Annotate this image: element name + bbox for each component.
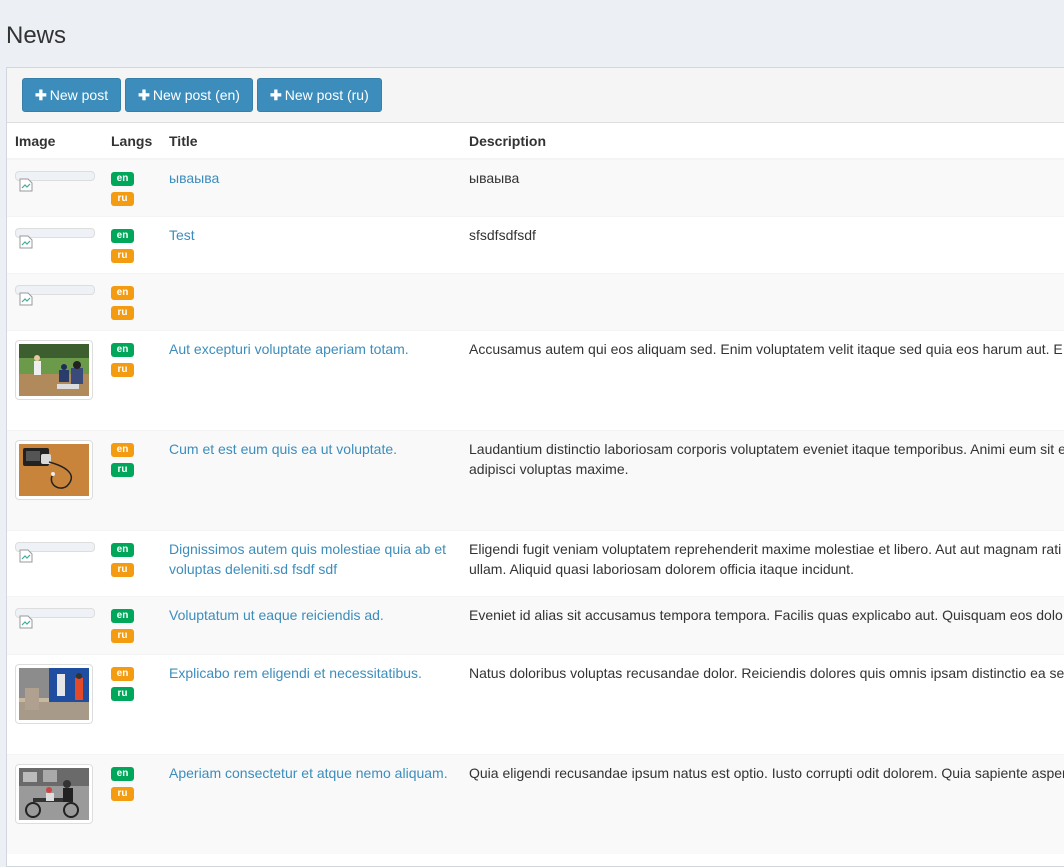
image-cell: [7, 158, 103, 216]
table-row[interactable]: en ru Aut excepturi voluptate aperiam tota…: [7, 329, 1064, 430]
table-body: en ru ываыва ываыва en ru Test sfsdfsdfsdf en ru e…: [7, 158, 1064, 854]
lang-badge-ru[interactable]: ru: [111, 248, 134, 263]
page-title: News: [6, 22, 67, 49]
title-cell: Test: [161, 215, 461, 273]
langs-cell: en ru: [103, 429, 161, 530]
header-description[interactable]: Description: [461, 123, 1064, 160]
description-cell: Natus doloribus voluptas recusandae dolo…: [461, 653, 1064, 754]
title-cell: Voluptatum ut eaque reiciendis ad.: [161, 595, 461, 654]
table-row[interactable]: en ru Aperiam consectetur et atque nemo al…: [7, 753, 1064, 854]
lang-badge-en[interactable]: en: [111, 608, 134, 623]
bicycle-thumbnail: [15, 763, 93, 824]
post-title-link[interactable]: Aut excepturi voluptate aperiam totam.: [169, 341, 409, 357]
langs-cell: en ru: [103, 753, 161, 854]
broken-image-icon: [15, 171, 95, 192]
image-cell: [7, 529, 103, 596]
lang-badge-ru[interactable]: ru: [111, 628, 134, 643]
lang-badge-ru[interactable]: ru: [111, 562, 134, 577]
new-post-button[interactable]: ✚ New post: [22, 78, 122, 112]
image-cell: [7, 272, 103, 330]
plus-icon: ✚: [138, 87, 150, 103]
title-cell: Cum et est eum quis ea ut voluptate.: [161, 429, 461, 530]
title-cell: [161, 272, 461, 330]
post-title-link[interactable]: Dignissimos autem quis molestiae quia ab…: [169, 541, 446, 577]
table-row[interactable]: en ru Test sfsdfsdfsdf: [7, 215, 1064, 273]
new-post-ru-label: New post (ru): [284, 87, 369, 103]
description-cell: Laudantium distinctio laboriosam corpori…: [461, 429, 1064, 530]
new-post-en-label: New post (en): [152, 87, 240, 103]
langs-cell: en ru: [103, 272, 161, 330]
lang-badge-en[interactable]: en: [111, 442, 134, 457]
post-title-link[interactable]: Cum et est eum quis ea ut voluptate.: [169, 441, 397, 457]
description-cell: [461, 272, 1064, 330]
image-cell: [7, 595, 103, 654]
langs-cell: en ru: [103, 329, 161, 430]
title-cell: Explicabo rem eligendi et necessitatibus…: [161, 653, 461, 754]
broken-image-icon: [15, 541, 95, 562]
image-cell: [7, 329, 103, 430]
lang-badge-en[interactable]: en: [111, 228, 134, 243]
news-table: Image Langs Title Description en ru ываыва…: [7, 123, 1064, 854]
header-title[interactable]: Title: [161, 123, 461, 160]
lang-badge-en[interactable]: en: [111, 172, 134, 186]
header-image[interactable]: Image: [7, 123, 103, 160]
image-cell: [7, 653, 103, 754]
description-cell: Quia eligendi recusandae ipsum natus est…: [461, 753, 1064, 854]
broken-image-icon: [15, 284, 95, 305]
table-row[interactable]: en ru Voluptatum ut eaque reiciendis ad. Ev…: [7, 595, 1064, 654]
lang-badge-en[interactable]: en: [111, 766, 134, 781]
table-row[interactable]: en ru: [7, 272, 1064, 330]
table-row[interactable]: en ru Explicabo rem eligendi et necessitat…: [7, 653, 1064, 754]
lang-badge-ru[interactable]: ru: [111, 305, 134, 320]
lang-badge-ru[interactable]: ru: [111, 686, 134, 701]
news-panel: ✚ New post ✚ New post (en) ✚ New post (ru) Im…: [6, 67, 1064, 867]
toolbar: ✚ New post ✚ New post (en) ✚ New post (ru): [7, 68, 1064, 123]
title-cell: Aperiam consectetur et atque nemo aliqua…: [161, 753, 461, 854]
plus-icon: ✚: [35, 87, 47, 103]
langs-cell: en ru: [103, 529, 161, 596]
langs-cell: en ru: [103, 653, 161, 754]
baseball-thumbnail: [15, 339, 93, 400]
header-langs[interactable]: Langs: [103, 123, 161, 160]
post-title-link[interactable]: Test: [169, 227, 195, 243]
broken-image-icon: [15, 227, 95, 248]
post-title-link[interactable]: Aperiam consectetur et atque nemo aliqua…: [169, 765, 448, 781]
post-title-link[interactable]: ываыва: [169, 170, 219, 186]
image-cell: [7, 753, 103, 854]
lang-badge-ru[interactable]: ru: [111, 786, 134, 801]
lang-badge-en[interactable]: en: [111, 542, 134, 557]
street-thumbnail: [15, 663, 93, 724]
image-cell: [7, 429, 103, 530]
description-cell: Accusamus autem qui eos aliquam sed. Eni…: [461, 329, 1064, 430]
lang-badge-en[interactable]: en: [111, 666, 134, 681]
new-post-label: New post: [49, 87, 109, 103]
post-title-link[interactable]: Voluptatum ut eaque reiciendis ad.: [169, 607, 384, 623]
langs-cell: en ru: [103, 158, 161, 216]
title-cell: ываыва: [161, 158, 461, 216]
lang-badge-ru[interactable]: ru: [111, 362, 134, 377]
description-cell: ываыва: [461, 158, 1064, 216]
title-cell: Aut excepturi voluptate aperiam totam.: [161, 329, 461, 430]
table-header-row: Image Langs Title Description: [7, 123, 1064, 160]
lang-badge-en[interactable]: en: [111, 285, 134, 300]
post-title-link[interactable]: Explicabo rem eligendi et necessitatibus…: [169, 665, 422, 681]
table-row[interactable]: en ru ываыва ываыва: [7, 158, 1064, 216]
phone-thumbnail: [15, 439, 93, 500]
image-cell: [7, 215, 103, 273]
new-post-en-button[interactable]: ✚ New post (en): [125, 78, 253, 112]
table-row[interactable]: en ru Cum et est eum quis ea ut voluptate.…: [7, 429, 1064, 530]
title-cell: Dignissimos autem quis molestiae quia ab…: [161, 529, 461, 596]
lang-badge-ru[interactable]: ru: [111, 192, 134, 206]
lang-badge-en[interactable]: en: [111, 342, 134, 357]
langs-cell: en ru: [103, 595, 161, 654]
description-cell: sfsdfsdfsdf: [461, 215, 1064, 273]
lang-badge-ru[interactable]: ru: [111, 462, 134, 477]
table-row[interactable]: en ru Dignissimos autem quis molestiae qui…: [7, 529, 1064, 596]
description-cell: Eveniet id alias sit accusamus tempora t…: [461, 595, 1064, 654]
plus-icon: ✚: [269, 87, 282, 103]
broken-image-icon: [15, 607, 95, 628]
new-post-ru-button[interactable]: ✚ New post (ru): [256, 78, 382, 112]
description-cell: Eligendi fugit veniam voluptatem reprehe…: [461, 529, 1064, 596]
langs-cell: en ru: [103, 215, 161, 273]
